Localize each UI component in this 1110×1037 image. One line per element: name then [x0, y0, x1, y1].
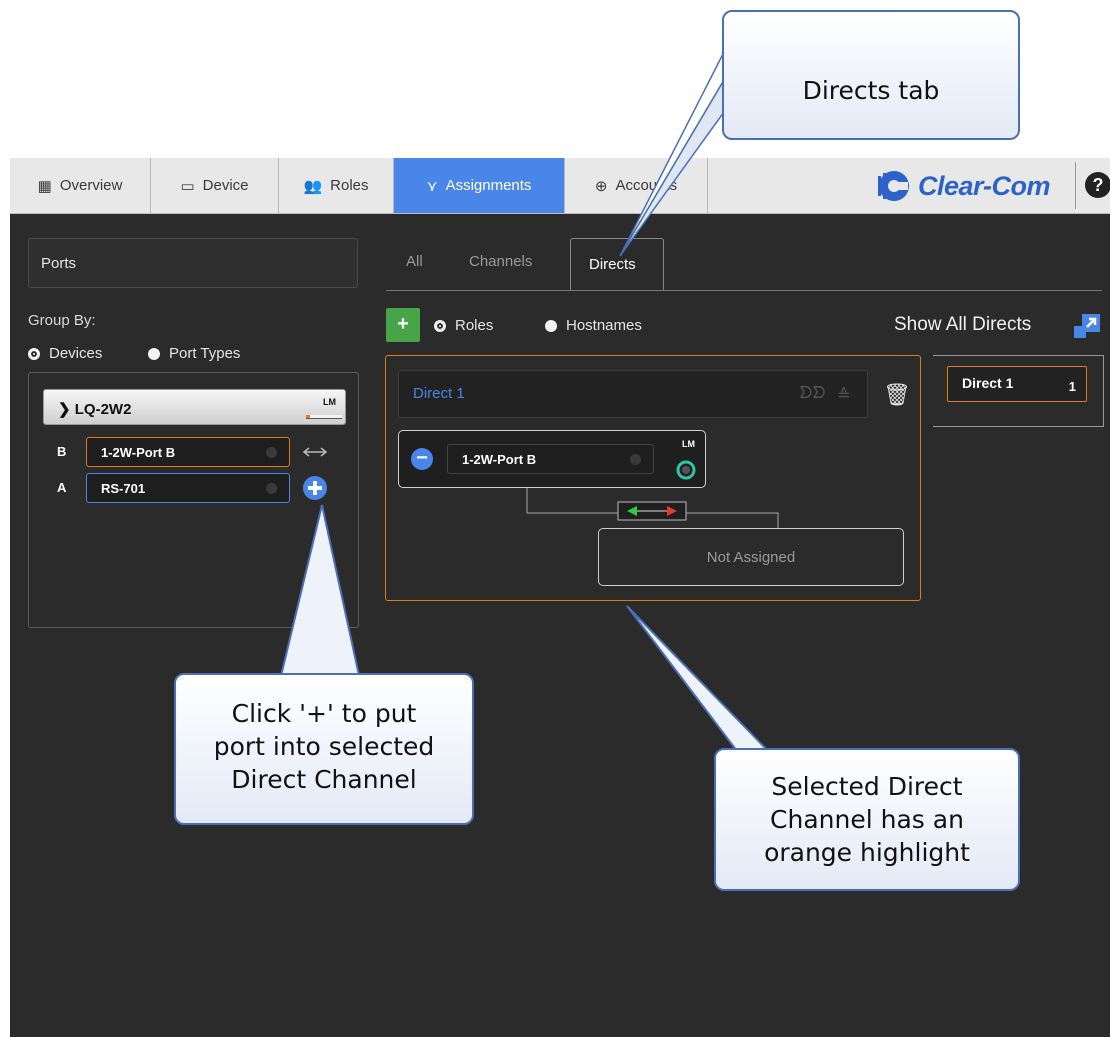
roles-icon: 👥 — [303, 177, 323, 195]
accounts-icon: ⊕ — [594, 177, 608, 195]
unassigned-slot[interactable]: Not Assigned — [598, 528, 904, 586]
level-meter — [306, 415, 342, 419]
tab-label: Accounts — [615, 177, 678, 194]
radio-label: Port Types — [169, 345, 241, 362]
group-by-port-types-radio[interactable]: Port Types — [148, 345, 240, 362]
list-by-hostnames-radio[interactable]: Hostnames — [545, 317, 642, 334]
tab-label: Assignments — [445, 177, 532, 194]
status-led-icon — [266, 483, 277, 494]
ports-header: Ports — [28, 238, 358, 288]
callout-line: port into selected — [213, 732, 435, 761]
direct-channel-panel[interactable]: Direct 1 ᗤᗤ ≙ 🗑 − 1-2W-Port B LM Not Ass… — [385, 355, 921, 601]
subtab-channels[interactable]: Channels — [469, 253, 532, 270]
group-by-devices-radio[interactable]: Devices — [28, 345, 102, 362]
callout-directs-tab: Directs tab — [722, 10, 1020, 140]
help-button[interactable]: ? — [1085, 172, 1110, 198]
tab-roles[interactable]: 👥 Roles — [279, 158, 394, 213]
radio-label: Hostnames — [566, 317, 642, 334]
port-letter: A — [57, 480, 67, 495]
not-assigned-label: Not Assigned — [706, 549, 796, 566]
tab-label: Roles — [330, 177, 369, 194]
expand-icon[interactable] — [1074, 314, 1100, 340]
chip-label: Direct 1 — [962, 375, 1014, 391]
direct-link-arrow-icon — [302, 447, 328, 457]
direct-chip-direct-1[interactable]: Direct 1 1 — [947, 366, 1087, 402]
ports-title: Ports — [41, 255, 77, 272]
clear-com-logo: Clear-Com — [872, 166, 1051, 206]
subtab-label: Directs — [589, 256, 636, 273]
radio-label: Devices — [49, 345, 103, 362]
device-icon: ▭ — [180, 177, 195, 195]
port-pill-rs-701[interactable]: RS-701 — [86, 473, 290, 503]
app-window: ▦ Overview ▭ Device 👥 Roles ⋎ Assignment… — [10, 158, 1110, 1037]
callout-selected-highlight: Selected Direct Channel has an orange hi… — [714, 748, 1020, 891]
port-pill-1-2w-port-b[interactable]: 1-2W-Port B — [86, 437, 290, 467]
radio-unselected-icon — [148, 347, 160, 360]
device-name: ❯ LQ-2W2 — [58, 401, 132, 418]
device-list-panel: ❯ LQ-2W2 LM B 1-2W-Port B A RS-701 — [28, 372, 359, 628]
list-by-roles-radio[interactable]: Roles — [434, 317, 493, 334]
subtab-directs[interactable]: Directs — [570, 238, 664, 291]
radio-label: Roles — [455, 317, 494, 334]
subtabs-divider — [386, 290, 1102, 291]
add-port-plus-icon[interactable] — [302, 475, 328, 501]
group-by-label: Group By: — [28, 312, 96, 329]
tab-device[interactable]: ▭ Device — [151, 158, 279, 213]
logo-text: Clear-Com — [918, 170, 1051, 201]
callout-line: Direct Channel — [231, 765, 417, 794]
add-direct-button[interactable]: + — [386, 308, 420, 342]
assignments-icon: ⋎ — [426, 177, 438, 195]
callout-text: Directs tab — [802, 76, 940, 105]
tab-accounts[interactable]: ⊕ Accounts — [565, 158, 708, 213]
direct-list-panel: Direct 1 1 — [933, 355, 1104, 427]
status-led-icon — [266, 447, 277, 458]
tab-label: Device — [202, 177, 249, 194]
tab-overview[interactable]: ▦ Overview — [10, 158, 151, 213]
callout-line: Channel has an — [770, 805, 964, 834]
lm-badge: LM — [323, 397, 336, 407]
logo-mark-icon — [878, 171, 909, 201]
radio-selected-icon — [28, 347, 40, 360]
chip-count: 1 — [1068, 379, 1076, 394]
device-header-lq-2w2[interactable]: ❯ LQ-2W2 LM — [43, 389, 346, 425]
subtab-all[interactable]: All — [406, 253, 423, 270]
radio-selected-icon — [434, 319, 446, 332]
callout-line: Click '+' to put — [231, 699, 417, 728]
callout-line: orange highlight — [764, 838, 970, 867]
callout-line: Selected Direct — [771, 772, 963, 801]
tab-assignments[interactable]: ⋎ Assignments — [394, 158, 565, 213]
tab-label: Overview — [59, 177, 123, 194]
radio-unselected-icon — [545, 319, 557, 332]
top-navbar: ▦ Overview ▭ Device 👥 Roles ⋎ Assignment… — [10, 158, 1110, 214]
port-letter: B — [57, 444, 67, 459]
port-name: 1-2W-Port B — [101, 445, 176, 460]
port-name: RS-701 — [101, 481, 146, 496]
callout-click-plus: Click '+' to put port into selected Dire… — [174, 673, 474, 825]
show-all-directs-label[interactable]: Show All Directs — [894, 314, 1031, 336]
grid-icon: ▦ — [37, 177, 52, 195]
navbar-divider — [1075, 162, 1076, 209]
